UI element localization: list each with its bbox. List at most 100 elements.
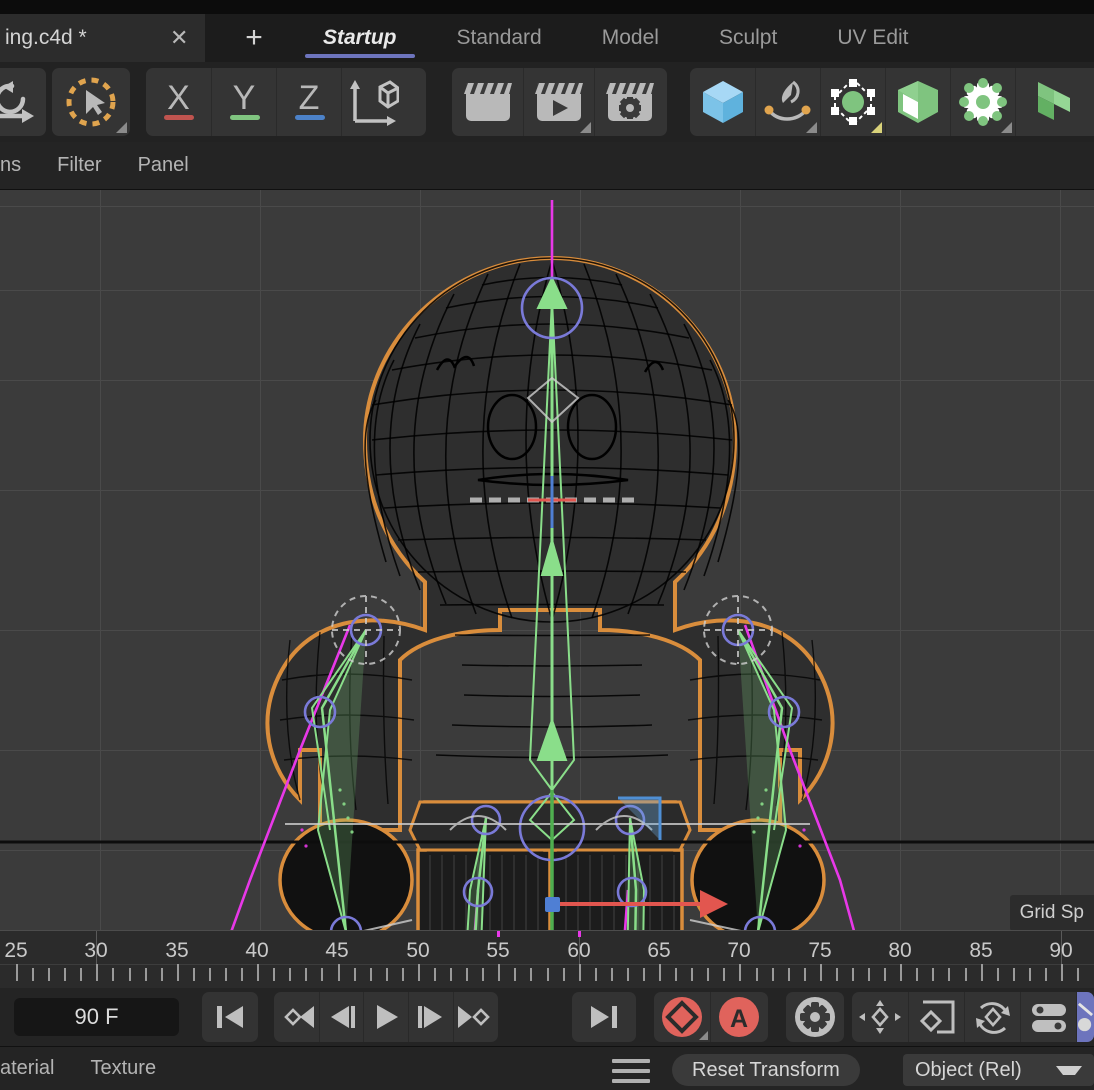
ruler-tick — [498, 964, 501, 981]
layout-tabs: Startup Standard Model Sculpt UV Edit — [293, 14, 939, 62]
key-pla-button[interactable] — [1076, 992, 1094, 1042]
axis-y-color-bar — [230, 115, 260, 120]
skip-start-icon — [217, 1006, 243, 1028]
tab-startup[interactable]: Startup — [293, 14, 427, 62]
key-rotation-icon — [975, 1002, 1010, 1034]
flyout-corner-icon — [116, 122, 127, 133]
key-scale-button[interactable] — [908, 992, 964, 1042]
go-to-end-button[interactable] — [572, 992, 636, 1042]
ruler-tick — [96, 964, 99, 981]
undo-redo-button[interactable] — [0, 68, 45, 136]
ruler-tick — [257, 964, 260, 981]
key-position-button[interactable] — [852, 992, 908, 1042]
menu-panel[interactable]: Panel — [120, 154, 207, 177]
tab-sculpt[interactable]: Sculpt — [689, 14, 807, 62]
key-position-icon — [859, 1000, 901, 1034]
render-settings-button[interactable] — [594, 68, 665, 136]
live-selection-button[interactable] — [52, 68, 130, 136]
ruler-tick — [450, 968, 453, 981]
svg-text:A: A — [729, 1005, 747, 1033]
generator-button[interactable] — [820, 68, 885, 136]
axis-x-color-bar — [164, 115, 194, 120]
ruler-label: 75 — [808, 939, 832, 962]
primitive-cube-button[interactable] — [690, 68, 755, 136]
timeline-ruler[interactable]: 25 30 35 40 45 50 55 60 65 70 75 80 85 9… — [0, 930, 1094, 988]
deformer-button[interactable] — [885, 68, 950, 136]
go-to-start-button[interactable] — [202, 992, 258, 1042]
next-frame-button[interactable] — [408, 992, 453, 1042]
green-blocks-icon — [1038, 82, 1070, 120]
lock-z-button[interactable]: Z — [276, 68, 341, 136]
ruler-tick — [610, 968, 613, 981]
ruler-label: 50 — [406, 939, 430, 962]
playback-toolbar: 90 F A — [0, 988, 1094, 1046]
ruler-label: 55 — [486, 939, 510, 962]
close-icon[interactable]: ✕ — [170, 27, 188, 49]
prev-frame-icon — [330, 1006, 355, 1028]
key-scale-icon — [919, 1000, 954, 1034]
menu-filter[interactable]: Filter — [39, 154, 119, 177]
render-to-picture-viewer-button[interactable] — [523, 68, 594, 136]
character-rig[interactable] — [0, 190, 1094, 930]
play-button[interactable] — [363, 992, 408, 1042]
axis-z-color-bar — [295, 115, 325, 120]
menu-material[interactable]: aterial — [0, 1057, 72, 1080]
world-object-coords-button[interactable] — [341, 68, 406, 136]
previous-frame-button[interactable] — [318, 992, 364, 1042]
ruler-tick — [225, 968, 227, 981]
ruler-tick — [932, 968, 935, 981]
ruler-tick — [434, 968, 436, 981]
render-view-button[interactable] — [452, 68, 523, 136]
clapperboard-icon — [463, 83, 512, 121]
transport-group — [274, 992, 498, 1042]
ruler-tick — [289, 968, 292, 981]
ruler-tick — [803, 968, 806, 981]
ruler-tick — [996, 968, 999, 981]
flyout-corner-icon — [699, 1031, 708, 1040]
axis-group: X Y Z — [146, 68, 426, 136]
record-keyframe-button[interactable] — [654, 992, 710, 1042]
tab-uv-edit[interactable]: UV Edit — [807, 14, 938, 62]
ruler-label: 70 — [727, 939, 751, 962]
ruler-label: 40 — [245, 939, 269, 962]
spline-pen-button[interactable] — [755, 68, 820, 136]
new-tab-button[interactable]: + — [215, 14, 293, 62]
ruler-tick — [176, 964, 179, 981]
ruler-label: 85 — [969, 939, 993, 962]
ruler-tick — [594, 968, 597, 981]
menu-options[interactable]: ns — [0, 154, 39, 177]
key-rotation-button[interactable] — [964, 992, 1020, 1042]
ruler-tick — [643, 968, 645, 981]
ruler-label: 45 — [325, 939, 349, 962]
ruler-tick — [739, 964, 742, 981]
ruler-tick — [916, 968, 919, 981]
key-parameter-button[interactable] — [1020, 992, 1076, 1042]
ruler-tick — [1028, 968, 1031, 981]
viewport-3d[interactable]: Grid Sp — [0, 190, 1094, 930]
ruler-tick — [868, 968, 871, 981]
lock-x-button[interactable]: X — [146, 68, 211, 136]
current-frame-field[interactable]: 90 F — [14, 998, 179, 1036]
mograph-button[interactable] — [950, 68, 1015, 136]
keyframe-settings-button[interactable] — [786, 992, 844, 1042]
grid-spacing-label: Grid Sp — [1009, 895, 1094, 930]
ruler-tick — [466, 968, 469, 981]
next-keyframe-icon — [458, 1006, 490, 1028]
file-tab[interactable]: ing.c4d * ✕ — [0, 14, 205, 62]
coordinate-mode-dropdown[interactable]: Object (Rel) — [903, 1054, 1094, 1086]
previous-keyframe-button[interactable] — [274, 992, 319, 1042]
menu-texture[interactable]: Texture — [72, 1057, 174, 1080]
tab-standard[interactable]: Standard — [427, 14, 572, 62]
autokeying-button[interactable]: A — [710, 992, 766, 1042]
next-keyframe-button[interactable] — [453, 992, 498, 1042]
file-tab-label: ing.c4d * — [5, 26, 87, 49]
lock-y-button[interactable]: Y — [211, 68, 276, 136]
tab-model[interactable]: Model — [572, 14, 689, 62]
ruler-tick — [305, 968, 308, 981]
hamburger-icon[interactable] — [612, 1059, 650, 1083]
pen-spline-icon — [764, 80, 811, 121]
reset-transform-button[interactable]: Reset Transform — [672, 1054, 860, 1086]
effector-button[interactable] — [1015, 68, 1080, 136]
bottom-statusbar: aterial Texture Reset Transform Object (… — [0, 1046, 1094, 1090]
world-axis-icon — [350, 80, 399, 126]
